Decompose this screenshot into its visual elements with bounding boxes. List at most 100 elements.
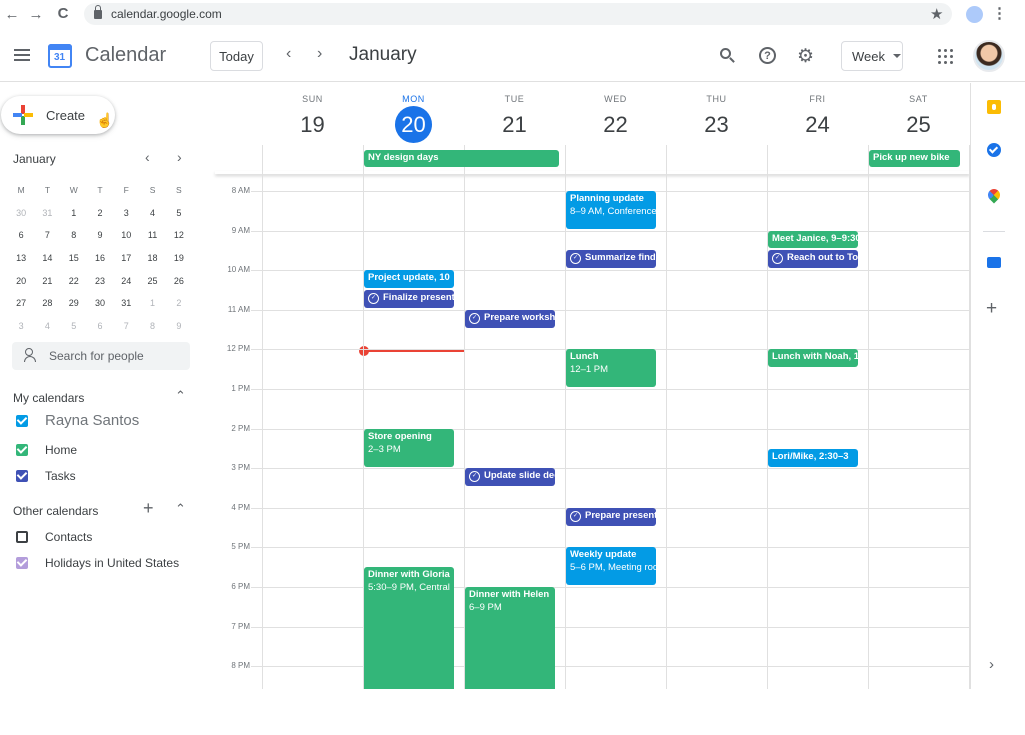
today-button[interactable]: Today bbox=[210, 41, 263, 71]
browser-profile-icon[interactable] bbox=[966, 6, 983, 23]
bookmark-star-icon[interactable]: ★ bbox=[930, 5, 943, 23]
my-calendars-title[interactable]: My calendars bbox=[13, 391, 84, 405]
calendar-checkbox[interactable] bbox=[16, 531, 28, 543]
calendar-checkbox[interactable] bbox=[16, 557, 28, 569]
calendar-event[interactable]: Prepare workshop bbox=[465, 310, 555, 328]
calendar-checkbox[interactable] bbox=[16, 444, 28, 456]
mini-day[interactable]: 30 bbox=[8, 208, 34, 218]
calendar-event[interactable]: Dinner with Helen 6–9 PM bbox=[465, 587, 555, 689]
day-header[interactable]: FRI 24 bbox=[767, 83, 868, 142]
mini-day[interactable]: 7 bbox=[113, 321, 139, 331]
mini-day[interactable]: 30 bbox=[87, 298, 113, 308]
mini-day[interactable]: 27 bbox=[8, 298, 34, 308]
mini-day[interactable]: 16 bbox=[87, 253, 113, 263]
mini-prev-month-icon[interactable]: ‹ bbox=[145, 149, 150, 165]
mini-day[interactable]: 20 bbox=[8, 276, 34, 286]
mini-day[interactable]: 2 bbox=[166, 298, 192, 308]
address-bar[interactable]: calendar.google.com bbox=[84, 3, 952, 25]
mini-day[interactable]: 7 bbox=[34, 230, 60, 240]
calendar-event[interactable]: Store opening 2–3 PM bbox=[364, 429, 454, 467]
gear-icon[interactable]: ⚙ bbox=[797, 45, 814, 68]
day-header[interactable]: SUN 19 bbox=[262, 83, 363, 142]
calendar-item[interactable]: Contacts bbox=[16, 530, 92, 544]
prev-week-icon[interactable]: ‹ bbox=[286, 45, 291, 63]
calendar-checkbox[interactable] bbox=[16, 470, 28, 482]
mini-day[interactable]: 15 bbox=[61, 253, 87, 263]
calendar-event[interactable]: Planning update8–9 AM, Conference Room bbox=[566, 191, 656, 229]
expand-panel-icon[interactable]: › bbox=[989, 656, 994, 673]
day-header[interactable]: TUE 21 bbox=[464, 83, 565, 142]
calendar-event[interactable]: Meet Janice, 9–9:30 bbox=[768, 231, 858, 248]
other-calendars-collapse-icon[interactable]: ⌃ bbox=[175, 501, 186, 517]
day-number[interactable]: 24 bbox=[767, 108, 868, 142]
view-selector[interactable]: Week bbox=[841, 41, 903, 71]
calendar-event[interactable]: Lunch with Noah, 12 bbox=[768, 349, 858, 367]
mini-day[interactable]: 5 bbox=[166, 208, 192, 218]
mini-day[interactable]: 9 bbox=[166, 321, 192, 331]
day-number[interactable]: 23 bbox=[666, 108, 767, 142]
mini-day[interactable]: 29 bbox=[61, 298, 87, 308]
people-search-input[interactable]: Search for people bbox=[12, 342, 190, 370]
calendar-item[interactable]: Home bbox=[16, 443, 77, 457]
mini-day[interactable]: 8 bbox=[61, 230, 87, 240]
calendar-item[interactable]: Tasks bbox=[16, 469, 76, 483]
mini-day[interactable]: 4 bbox=[139, 208, 165, 218]
mini-day[interactable]: 21 bbox=[34, 276, 60, 286]
mini-day[interactable]: 25 bbox=[139, 276, 165, 286]
other-calendars-title[interactable]: Other calendars bbox=[13, 504, 98, 518]
day-number[interactable]: 25 bbox=[868, 108, 969, 142]
calendar-event[interactable]: Dinner with Gloria 5:30–9 PM, Central bbox=[364, 567, 454, 689]
add-calendar-icon[interactable]: + bbox=[143, 498, 154, 519]
all-day-event[interactable]: NY design days bbox=[364, 150, 559, 167]
day-number[interactable]: 20 bbox=[395, 106, 432, 143]
calendar-event[interactable]: Summarize findings bbox=[566, 250, 656, 268]
calendar-event[interactable]: Prepare presentation bbox=[566, 508, 656, 526]
day-number[interactable]: 19 bbox=[262, 108, 363, 142]
day-number[interactable]: 21 bbox=[464, 108, 565, 142]
day-header[interactable]: SAT 25 bbox=[868, 83, 969, 142]
mini-day[interactable]: 14 bbox=[34, 253, 60, 263]
mini-day[interactable]: 5 bbox=[61, 321, 87, 331]
calendar-event[interactable]: Weekly update5–6 PM, Meeting room bbox=[566, 547, 656, 585]
calendar-item[interactable]: Holidays in United States bbox=[16, 556, 179, 570]
keep-icon[interactable] bbox=[987, 100, 1001, 114]
mini-day[interactable]: 23 bbox=[87, 276, 113, 286]
mini-day[interactable]: 2 bbox=[87, 208, 113, 218]
main-menu-icon[interactable] bbox=[14, 49, 30, 61]
mini-next-month-icon[interactable]: › bbox=[177, 149, 182, 165]
mini-day[interactable]: 11 bbox=[139, 230, 165, 240]
search-icon[interactable] bbox=[720, 48, 736, 64]
mini-day[interactable]: 6 bbox=[8, 230, 34, 240]
mini-day[interactable]: 4 bbox=[34, 321, 60, 331]
mini-day[interactable]: 10 bbox=[113, 230, 139, 240]
help-icon[interactable]: ? bbox=[759, 47, 776, 64]
mini-day[interactable]: 13 bbox=[8, 253, 34, 263]
calendar-item[interactable]: Rayna Santos bbox=[16, 412, 139, 429]
calendar-event[interactable]: Update slide deck bbox=[465, 468, 555, 486]
all-day-event[interactable]: Pick up new bike bbox=[869, 150, 960, 167]
reload-icon[interactable]: C bbox=[53, 5, 73, 22]
avatar[interactable] bbox=[973, 40, 1005, 72]
calendar-event[interactable]: Reach out to Tom bbox=[768, 250, 858, 268]
mini-day[interactable]: 3 bbox=[113, 208, 139, 218]
calendar-event[interactable]: Lunch 12–1 PM bbox=[566, 349, 656, 387]
get-addons-icon[interactable]: + bbox=[986, 298, 997, 320]
calendar-event[interactable]: Project update, 10 bbox=[364, 270, 454, 288]
mini-day[interactable]: 3 bbox=[8, 321, 34, 331]
maps-icon[interactable] bbox=[985, 186, 1003, 204]
day-header[interactable]: MON 20 bbox=[363, 83, 464, 143]
mini-day[interactable]: 31 bbox=[34, 208, 60, 218]
mini-day[interactable]: 24 bbox=[113, 276, 139, 286]
mini-day[interactable]: 1 bbox=[61, 208, 87, 218]
apps-grid-icon[interactable] bbox=[938, 49, 953, 64]
mini-day[interactable]: 12 bbox=[166, 230, 192, 240]
mini-day[interactable]: 18 bbox=[139, 253, 165, 263]
browser-menu-icon[interactable]: ⋮ bbox=[992, 4, 1007, 22]
mini-day[interactable]: 8 bbox=[139, 321, 165, 331]
mini-day[interactable]: 17 bbox=[113, 253, 139, 263]
calendar-checkbox[interactable] bbox=[16, 414, 28, 427]
calendar-event[interactable]: Lori/Mike, 2:30–3 bbox=[768, 449, 858, 467]
mini-day[interactable]: 9 bbox=[87, 230, 113, 240]
mini-day[interactable]: 6 bbox=[87, 321, 113, 331]
day-header[interactable]: THU 23 bbox=[666, 83, 767, 142]
